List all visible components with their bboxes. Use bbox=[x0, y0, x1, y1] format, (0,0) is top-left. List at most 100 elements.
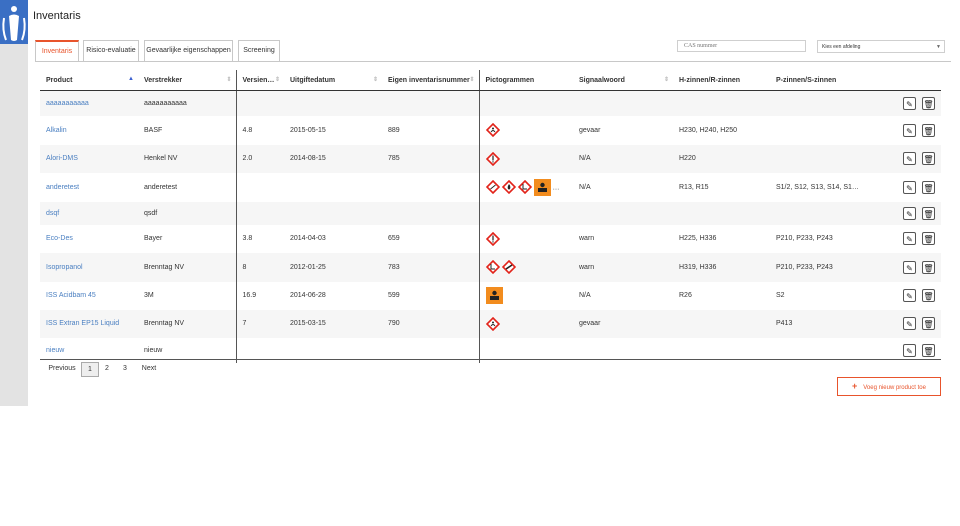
trash-icon[interactable]: 🗑 bbox=[922, 152, 935, 165]
trash-icon[interactable]: 🗑 bbox=[922, 206, 935, 220]
table-row[interactable]: dsqf qsdf ✎ 🗑 bbox=[40, 201, 941, 225]
col-header-pictogrammen[interactable]: Pictogrammen bbox=[478, 70, 573, 91]
trash-icon[interactable]: 🗑 bbox=[922, 289, 935, 302]
col-header-h-zinnen[interactable]: H-zinnen/R-zinnen bbox=[673, 70, 770, 91]
pictogrammen-cell bbox=[478, 115, 573, 145]
corrosive-pictogram-icon bbox=[485, 259, 500, 275]
versie-cell: 2.0 bbox=[235, 144, 284, 173]
pencil-icon[interactable]: ✎ bbox=[903, 317, 916, 330]
pagination-page-2[interactable]: 2 bbox=[102, 362, 112, 375]
tab-risico-evaluatie[interactable]: Risico-evaluatie bbox=[83, 40, 139, 61]
signaalwoord-cell bbox=[573, 201, 673, 225]
uitgiftedatum-cell: 2014-08-15 bbox=[284, 144, 382, 173]
uitgiftedatum-cell bbox=[284, 201, 382, 225]
p-zinnen-cell: P210, P233, P243 bbox=[776, 235, 833, 242]
trash-icon[interactable]: 🗑 bbox=[922, 96, 935, 110]
versie-cell: 8 bbox=[235, 252, 284, 282]
product-cell: aaaaaaaaaaa bbox=[40, 90, 138, 116]
pagination-page-1[interactable]: 1 bbox=[81, 362, 99, 377]
verstrekker-cell: anderetest bbox=[144, 183, 178, 191]
product-link[interactable]: Isopropanol bbox=[46, 264, 83, 271]
tab-inventaris[interactable]: Inventaris bbox=[35, 40, 79, 62]
tab-gevaarlijke-eigenschappen[interactable]: Gevaarlijke eigenschappen bbox=[144, 40, 233, 61]
health-hazard-pictogram-icon bbox=[485, 122, 500, 138]
environment-pictogram-icon bbox=[485, 179, 500, 195]
verstrekker-cell: Brenntag NV bbox=[138, 309, 236, 338]
pagination-next[interactable]: Next bbox=[140, 362, 158, 375]
signaalwoord-cell bbox=[573, 90, 673, 116]
flame-pictogram-icon bbox=[501, 179, 516, 195]
product-link[interactable]: aaaaaaaaaaa bbox=[46, 100, 89, 107]
product-link[interactable]: Alori-DMS bbox=[46, 155, 78, 162]
sort-icon: ⇕ bbox=[663, 77, 669, 83]
cas-search-input[interactable] bbox=[677, 40, 806, 52]
inventory-table: Product ▲ Verstrekker ⇕ Versien… ⇕ Uitgifte… bbox=[40, 70, 941, 363]
col-header-product[interactable]: Product ▲ bbox=[40, 70, 138, 91]
pagination-previous[interactable]: Previous bbox=[48, 362, 76, 375]
trash-icon[interactable]: 🗑 bbox=[922, 260, 935, 274]
product-link[interactable]: nieuw bbox=[46, 347, 64, 354]
tab-screening[interactable]: Screening bbox=[238, 40, 280, 61]
inventarisnummer-cell: 599 bbox=[388, 292, 400, 299]
pictogrammen-cell bbox=[478, 90, 573, 116]
actions-cell: ✎ 🗑 bbox=[867, 116, 941, 145]
table-row[interactable]: Alkalin BASF 4.8 2015-05-15 889 gevaar H230, H… bbox=[40, 115, 941, 145]
col-header-uitgiftedatum[interactable]: Uitgiftedatum ⇕ bbox=[284, 70, 382, 91]
product-link[interactable]: Eco-Des bbox=[46, 235, 73, 242]
product-link[interactable]: ISS Extran EP15 Liquid bbox=[46, 320, 119, 327]
pencil-icon[interactable]: ✎ bbox=[903, 180, 916, 194]
product-link[interactable]: dsqf bbox=[46, 210, 59, 217]
pagination-page-3[interactable]: 3 bbox=[120, 362, 130, 375]
verstrekker-cell: qsdf bbox=[138, 201, 236, 225]
signaalwoord-cell: gevaar bbox=[573, 309, 673, 338]
versie-cell bbox=[235, 172, 284, 202]
pencil-icon[interactable]: ✎ bbox=[903, 232, 916, 245]
table-row[interactable]: ISS Acidbam 45 3M 16.9 2014-06-28 599 N/A R26 S… bbox=[40, 281, 941, 310]
sort-asc-icon: ▲ bbox=[128, 76, 134, 82]
product-link[interactable]: Alkalin bbox=[46, 127, 67, 134]
product-link[interactable]: ISS Acidbam 45 bbox=[46, 292, 96, 299]
col-header-actions bbox=[867, 70, 941, 91]
table-row[interactable]: Alori-DMS Henkel NV 2.0 2014-08-15 785 N/A H22… bbox=[40, 144, 941, 173]
h-zinnen-cell bbox=[673, 309, 770, 338]
table-row[interactable]: anderetest anderetest N/A R13, R15 S1/2, S12… bbox=[40, 172, 941, 202]
col-header-versie[interactable]: Versien… ⇕ bbox=[235, 70, 284, 91]
h-zinnen-cell bbox=[673, 201, 770, 225]
p-zinnen-cell: S2 bbox=[776, 292, 785, 299]
table-row[interactable]: Eco-Des Bayer 3.8 2014-04-03 659 warn H225, H3… bbox=[40, 224, 941, 253]
pencil-icon[interactable]: ✎ bbox=[903, 206, 916, 220]
inventarisnummer-cell: 785 bbox=[382, 144, 479, 173]
pencil-icon[interactable]: ✎ bbox=[903, 152, 916, 165]
trash-icon[interactable]: 🗑 bbox=[922, 317, 935, 330]
col-header-signaalwoord[interactable]: Signaalwoord ⇕ bbox=[573, 70, 673, 91]
pencil-icon[interactable]: ✎ bbox=[903, 123, 916, 137]
trash-icon[interactable]: 🗑 bbox=[922, 232, 935, 245]
p-zinnen-cell: P210, P233, P243 bbox=[770, 252, 867, 282]
table-row[interactable]: Isopropanol Brenntag NV 8 2012-01-25 783 warn… bbox=[40, 252, 941, 282]
uitgiftedatum-cell: 2014-04-03 bbox=[290, 235, 326, 242]
table-row[interactable]: aaaaaaaaaaa aaaaaaaaaaa ✎ 🗑 bbox=[40, 90, 941, 116]
department-select[interactable]: Kies een afdeling ▼ bbox=[817, 40, 945, 53]
trash-icon[interactable]: 🗑 bbox=[922, 123, 935, 137]
add-product-button[interactable]: + Voeg nieuw product toe bbox=[837, 377, 941, 396]
pencil-icon[interactable]: ✎ bbox=[903, 96, 916, 110]
product-cell: Eco-Des bbox=[40, 225, 138, 253]
actions-cell: ✎ 🗑 bbox=[867, 225, 941, 253]
verstrekker-cell: Bayer bbox=[144, 235, 163, 242]
p-zinnen-cell bbox=[770, 144, 867, 173]
uitgiftedatum-cell: 2014-06-28 bbox=[290, 292, 326, 299]
col-header-verstrekker[interactable]: Verstrekker ⇕ bbox=[138, 70, 236, 91]
pencil-icon[interactable]: ✎ bbox=[903, 260, 916, 274]
product-link[interactable]: anderetest bbox=[46, 184, 79, 191]
col-header-inventarisnummer[interactable]: Eigen inventarisnummer ⇕ bbox=[382, 70, 479, 91]
versie-cell: 3.8 bbox=[235, 224, 284, 253]
pencil-icon[interactable]: ✎ bbox=[903, 289, 916, 302]
trash-icon[interactable]: 🗑 bbox=[922, 343, 935, 357]
h-zinnen-cell: H230, H240, H250 bbox=[679, 126, 737, 134]
col-header-p-zinnen[interactable]: P-zinnen/S-zinnen bbox=[770, 70, 867, 91]
signaalwoord-cell: N/A bbox=[573, 144, 673, 173]
trash-icon[interactable]: 🗑 bbox=[922, 180, 935, 194]
pencil-icon[interactable]: ✎ bbox=[903, 343, 916, 357]
app-logo[interactable] bbox=[0, 0, 28, 44]
table-row[interactable]: ISS Extran EP15 Liquid Brenntag NV 7 2015-0… bbox=[40, 309, 941, 338]
